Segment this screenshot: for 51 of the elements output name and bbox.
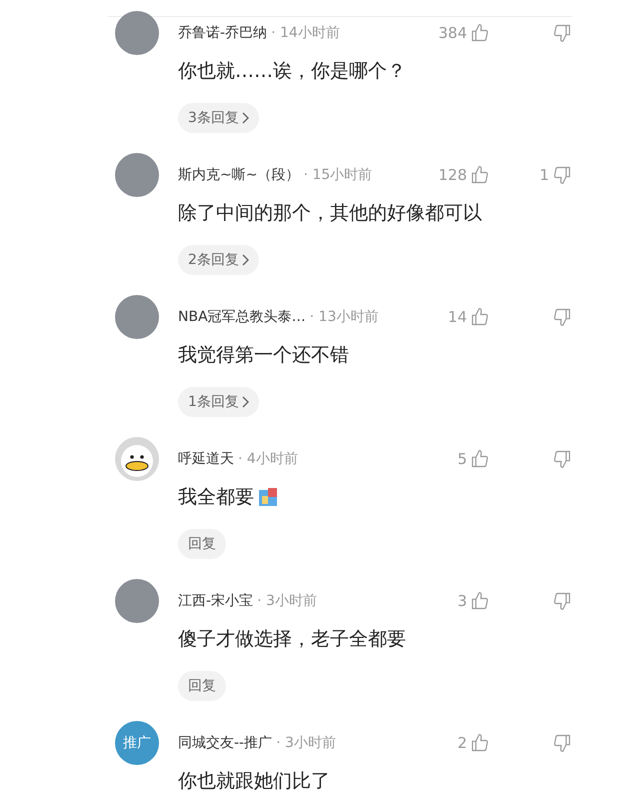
like-count: 2 xyxy=(457,734,467,752)
thumbs-down-icon[interactable] xyxy=(552,307,572,327)
chevron-right-icon xyxy=(240,396,249,408)
sticker-icon xyxy=(258,487,278,507)
avatar-placeholder[interactable] xyxy=(115,295,159,339)
comment-time: · 13小时前 xyxy=(310,308,380,326)
like-count: 384 xyxy=(438,24,467,42)
cartoon-avatar-icon[interactable] xyxy=(115,437,159,481)
replies-button[interactable]: 3条回复 xyxy=(178,103,259,133)
chevron-right-icon xyxy=(240,254,249,266)
comment-text: 你也就跟她们比了 xyxy=(178,769,330,794)
avatar-placeholder[interactable] xyxy=(115,11,159,55)
thumbs-down-icon[interactable] xyxy=(552,591,572,611)
user-name[interactable]: 斯内克~嘶~（段） xyxy=(178,166,300,184)
thumbs-up-icon[interactable] xyxy=(470,165,490,185)
thumbs-up-icon[interactable] xyxy=(470,449,490,469)
like-count: 5 xyxy=(457,450,467,468)
user-name[interactable]: 江西-宋小宝 xyxy=(178,592,254,610)
replies-button[interactable]: 回复 xyxy=(178,529,226,559)
replies-button[interactable]: 2条回复 xyxy=(178,245,259,275)
thumbs-up-icon[interactable] xyxy=(470,591,490,611)
thumbs-up-icon[interactable] xyxy=(470,307,490,327)
like-count: 128 xyxy=(438,166,467,184)
comment-text: 你也就……诶，你是哪个？ xyxy=(178,59,406,84)
thumbs-down-icon[interactable] xyxy=(552,165,572,185)
comment-text: 我觉得第一个还不错 xyxy=(178,343,349,368)
chevron-right-icon xyxy=(240,112,249,124)
thumbs-down-icon[interactable] xyxy=(552,23,572,43)
like-count: 3 xyxy=(457,592,467,610)
user-name[interactable]: NBA冠军总教头泰… xyxy=(178,308,306,326)
comment-time: · 3小时前 xyxy=(276,734,337,752)
replies-button[interactable]: 回复 xyxy=(178,671,226,701)
like-count: 14 xyxy=(448,308,467,326)
comment-text: 傻子才做选择，老子全都要 xyxy=(178,627,406,652)
thumbs-down-icon[interactable] xyxy=(552,733,572,753)
avatar-placeholder[interactable] xyxy=(115,579,159,623)
thumbs-up-icon[interactable] xyxy=(470,733,490,753)
avatar-placeholder[interactable] xyxy=(115,153,159,197)
user-name[interactable]: 呼延道天 xyxy=(178,450,234,468)
user-name[interactable]: 乔鲁诺-乔巴纳 xyxy=(178,24,268,42)
comment-time: · 14小时前 xyxy=(271,24,341,42)
comment-text: 除了中间的那个，其他的好像都可以 xyxy=(178,201,482,226)
replies-button[interactable]: 1条回复 xyxy=(178,387,259,417)
thumbs-up-icon[interactable] xyxy=(470,23,490,43)
user-name[interactable]: 同城交友--推广 xyxy=(178,734,272,752)
comment-text: 我全都要 xyxy=(178,485,254,510)
comment-time: · 15小时前 xyxy=(303,166,374,184)
dislike-count: 1 xyxy=(539,166,549,184)
thumbs-down-icon[interactable] xyxy=(552,449,572,469)
comment-time: · 3小时前 xyxy=(257,592,318,610)
comment-time: · 4小时前 xyxy=(238,450,299,468)
